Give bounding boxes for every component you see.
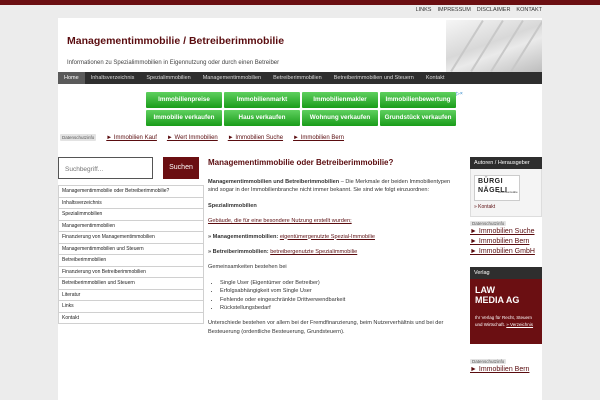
verlag-box[interactable]: LAW MEDIA AG Ihr Verlag für Recht, Steue…: [470, 279, 542, 344]
site-title[interactable]: Managementimmobilie / Betreiberimmobilie: [67, 35, 284, 47]
ad-button[interactable]: Immobilienpreise: [146, 92, 222, 108]
nav-inhaltsverzeichnis[interactable]: Inhaltsverzeichnis: [85, 72, 141, 84]
link-unit-item[interactable]: ► Wert Immobilien: [167, 135, 218, 141]
top-link-links[interactable]: LINKS: [416, 7, 432, 13]
nav-spezialimmobilien[interactable]: Spezialimmobilien: [140, 72, 196, 84]
page-wrapper: Managementimmobilie / Betreiberimmobilie…: [58, 18, 542, 400]
kontakt-link[interactable]: » Kontakt: [474, 204, 495, 210]
authors-heading: Autoren / Herausgeber: [470, 157, 542, 169]
nav-managementimmobilien[interactable]: Managementimmobilien: [197, 72, 267, 84]
top-link-impressum[interactable]: IMPRESSUM: [437, 7, 470, 13]
search-input[interactable]: [59, 158, 151, 181]
top-link-disclaimer[interactable]: DISCLAIMER: [477, 7, 511, 13]
item-paragraph: » Managementimmobilien: eigentümergenutz…: [208, 233, 458, 241]
datenschutz-badge[interactable]: Datenschutzinfo: [470, 359, 507, 364]
item-link[interactable]: eigentümergenutzte Spezial-Immobilie: [280, 234, 375, 240]
item-label: » Managementimmobilien:: [208, 233, 279, 240]
right-link[interactable]: ► Immobilien Suche: [470, 228, 535, 235]
list-item: Single User (Eigentümer oder Betreiber): [220, 279, 458, 287]
definition-link[interactable]: Gebäude, die für eine besondere Nutzung …: [208, 218, 352, 224]
intro-bold: Managementimmobilien und Betreiberimmobi…: [208, 179, 340, 185]
closing-paragraph: Unterschiede bestehen vor allem bei der …: [208, 320, 444, 335]
list-item: Rückstellungsbedarf: [220, 304, 458, 312]
datenschutz-badge[interactable]: Datenschutzinfo: [470, 221, 507, 226]
verlag-name-line: MEDIA AG: [475, 295, 520, 305]
main-content: Managementimmobilie oder Betreiberimmobi…: [208, 157, 458, 343]
ad-button[interactable]: Immobilienmarkt: [224, 92, 300, 108]
top-links: LINKS IMPRESSUM DISCLAIMER KONTAKT: [416, 7, 542, 13]
right-link-unit-2: Datenschutzinfo ► Immobilien Bern: [470, 358, 542, 375]
right-link[interactable]: ► Immobilien Bern: [470, 366, 529, 373]
nav-betreiberimmobilien[interactable]: Betreiberimmobilien: [267, 72, 328, 84]
item-paragraph: » Betreiberimmobilien: betreibergenutzte…: [208, 248, 458, 256]
common-list: Single User (Eigentümer oder Betreiber) …: [208, 279, 458, 313]
common-heading: Gemeinsamkeiten bestehen bei: [208, 264, 287, 271]
datenschutz-badge[interactable]: Datenschutzinfo: [60, 134, 97, 141]
authors-box: BÜRGI NÄGELI Rechtsanwälte » Kontakt: [470, 169, 542, 217]
verlag-description: Ihr Verlag für Recht, Steuern und Wirtsc…: [475, 315, 539, 328]
verlag-logo: LAW MEDIA AG: [475, 285, 519, 305]
right-link-unit: Datenschutzinfo ► Immobilien Suche ► Imm…: [470, 220, 542, 257]
ad-button[interactable]: Haus verkaufen: [224, 110, 300, 126]
search-button[interactable]: Suchen: [163, 157, 199, 179]
ad-button[interactable]: Immobilie verkaufen: [146, 110, 222, 126]
main-nav: Home Inhaltsverzeichnis Spezialimmobilie…: [58, 72, 542, 84]
intro-paragraph: Managementimmobilien und Betreiberimmobi…: [208, 178, 458, 195]
section-heading-text: Spezialimmobilien: [208, 202, 257, 209]
adchoices-icon[interactable]: ▷×: [456, 91, 463, 97]
ad-button[interactable]: Immobilienbewertung: [380, 92, 456, 108]
verlag-name-line: LAW: [475, 285, 495, 295]
ad-button-grid: Immobilienpreise Immobilienmarkt Immobil…: [146, 92, 456, 126]
link-unit-item[interactable]: ► Immobilien Kauf: [106, 135, 157, 141]
nav-betreiberimmobilien-steuern[interactable]: Betreiberimmobilien und Steuern: [328, 72, 420, 84]
buergi-naegeli-logo[interactable]: BÜRGI NÄGELI Rechtsanwälte: [474, 175, 520, 201]
ad-button[interactable]: Immobilienmakler: [302, 92, 378, 108]
ad-button[interactable]: Wohnung verkaufen: [302, 110, 378, 126]
verlag-heading: Verlag: [470, 267, 542, 279]
sidebar-nav: Managementimmobilie oder Betreiberimmobi…: [58, 185, 204, 324]
right-link[interactable]: ► Immobilien GmbH: [470, 248, 535, 255]
right-sidebar: Autoren / Herausgeber BÜRGI NÄGELI Recht…: [470, 157, 542, 375]
verlag-link[interactable]: » Verzeichnis: [506, 322, 533, 327]
nav-home[interactable]: Home: [58, 72, 85, 84]
item-label: » Betreiberimmobilien:: [208, 248, 269, 255]
right-link[interactable]: ► Immobilien Bern: [470, 238, 529, 245]
logo-text: BÜRGI: [478, 178, 504, 185]
site-header: Managementimmobilie / Betreiberimmobilie…: [58, 20, 542, 72]
nav-kontakt[interactable]: Kontakt: [420, 72, 451, 84]
page-title: Managementimmobilie oder Betreiberimmobi…: [208, 158, 394, 167]
link-unit-item[interactable]: ► Immobilien Suche: [228, 135, 283, 141]
site-description: Informationen zu Spezialimmobilien in Ei…: [67, 60, 280, 66]
search-box: [58, 157, 153, 181]
logo-subtext: Rechtsanwälte: [498, 190, 518, 194]
item-link[interactable]: betreibergenutzte Spezialimmobilie: [270, 249, 357, 255]
list-item: Fehlende oder eingeschränkte Drittverwen…: [220, 296, 458, 304]
link-unit-bar: Datenschutzinfo ► Immobilien Kauf ► Wert…: [60, 134, 344, 141]
definition-paragraph: Gebäude, die für eine besondere Nutzung …: [208, 217, 458, 225]
link-unit-item[interactable]: ► Immobilien Bern: [293, 135, 344, 141]
sidebar-item[interactable]: Kontakt: [58, 311, 204, 324]
list-item: Erfolgsabhängigkeit vom Single User: [220, 287, 458, 295]
top-accent-bar: [0, 0, 600, 5]
top-link-kontakt[interactable]: KONTAKT: [516, 7, 542, 13]
header-image: [446, 20, 542, 72]
section-heading: Spezialimmobilien: [208, 202, 458, 210]
ad-button[interactable]: Grundstück verkaufen: [380, 110, 456, 126]
